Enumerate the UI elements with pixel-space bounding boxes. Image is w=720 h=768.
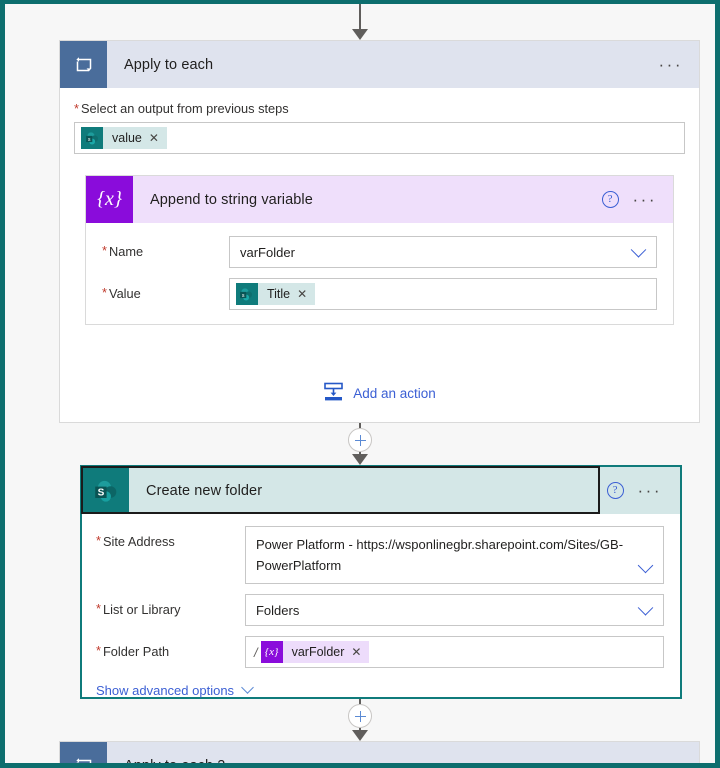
- frame-border-bottom: [0, 763, 720, 768]
- field-row-site-address: * Site Address Power Platform - https://…: [96, 526, 664, 584]
- field-value-list-or-library: Folders: [255, 602, 300, 618]
- card-append-to-string-variable[interactable]: {x} Append to string variable ? ··· * Na…: [85, 175, 674, 325]
- show-advanced-options-row: Show advanced options: [96, 681, 664, 700]
- add-an-action-label: Add an action: [353, 385, 436, 401]
- loop-icon: [60, 41, 107, 88]
- field-value-site-address: Power Platform - https://wsponlinegbr.sh…: [255, 537, 624, 573]
- more-options-icon[interactable]: ···: [638, 482, 662, 499]
- field-label-site-address: Site Address: [102, 534, 175, 549]
- connector-top: [5, 4, 715, 40]
- field-input-name[interactable]: varFolder: [228, 236, 657, 268]
- field-row-list-or-library: * List or Library Folders: [96, 594, 664, 626]
- required-asterisk: *: [102, 285, 107, 300]
- frame-border-right: [715, 0, 720, 768]
- help-icon[interactable]: ?: [601, 191, 619, 208]
- close-icon[interactable]: ✕: [351, 645, 369, 659]
- field-label-folder-path: Folder Path: [102, 644, 170, 659]
- card-create-new-folder[interactable]: S Create new folder ? ··· * Site Address…: [80, 465, 682, 699]
- card-body-append: * Name varFolder * Value s Title ✕: [86, 223, 673, 324]
- card-body-create-new-folder: * Site Address Power Platform - https://…: [82, 514, 680, 700]
- chevron-down-icon[interactable]: [637, 557, 654, 574]
- insert-step-button[interactable]: [348, 704, 372, 728]
- token-label: varFolder: [291, 645, 345, 659]
- token-label: Title: [266, 287, 291, 301]
- sharepoint-icon: S: [82, 467, 129, 514]
- card-header-apply-to-each[interactable]: Apply to each ···: [60, 41, 699, 88]
- close-icon[interactable]: ✕: [297, 287, 315, 301]
- required-asterisk: *: [96, 643, 101, 658]
- insert-action-icon: [323, 381, 344, 405]
- required-asterisk: *: [74, 100, 79, 116]
- card-actions-apply-to-each: ···: [659, 56, 699, 73]
- folder-path-prefix: /: [253, 644, 258, 660]
- card-actions-append: ? ···: [601, 191, 673, 208]
- field-row-name: * Name varFolder: [102, 236, 657, 268]
- required-asterisk: *: [96, 601, 101, 616]
- arrow-down-icon: [352, 730, 368, 741]
- chevron-down-icon[interactable]: [630, 242, 647, 258]
- svg-text:S: S: [97, 487, 104, 498]
- card-header-apply-to-each-2[interactable]: Apply to each 2: [60, 742, 699, 764]
- token-value[interactable]: s value ✕: [81, 127, 167, 149]
- arrow-down-icon: [352, 29, 368, 40]
- arrow-down-icon: [352, 454, 368, 465]
- show-advanced-options-label: Show advanced options: [96, 683, 235, 698]
- card-header-append-to-string-variable[interactable]: {x} Append to string variable ? ···: [86, 176, 673, 223]
- field-row-value: * Value s Title ✕: [102, 278, 657, 310]
- show-advanced-options-button[interactable]: Show advanced options: [96, 681, 254, 698]
- output-field-label: Select an output from previous steps: [80, 101, 289, 116]
- svg-text:s: s: [242, 292, 245, 298]
- card-actions-create-new-folder: ? ···: [606, 482, 680, 499]
- variable-icon-glyph: {x}: [264, 646, 279, 658]
- connector-line: [359, 4, 361, 30]
- frame-border-left: [0, 0, 5, 768]
- variable-icon-glyph: {x}: [97, 188, 122, 210]
- field-input-value[interactable]: s Title ✕: [228, 278, 657, 310]
- frame-border-top: [0, 0, 720, 4]
- sharepoint-icon: s: [81, 127, 103, 149]
- card-title-append-to-string-variable: Append to string variable: [150, 191, 313, 208]
- add-an-action-button[interactable]: Add an action: [74, 381, 685, 405]
- card-title-create-new-folder: Create new folder: [146, 482, 263, 499]
- field-row-folder-path: * Folder Path / {x} varFolder ✕: [96, 636, 664, 668]
- help-icon[interactable]: ?: [606, 482, 624, 499]
- field-input-folder-path[interactable]: / {x} varFolder ✕: [244, 636, 664, 668]
- card-apply-to-each[interactable]: Apply to each ··· * Select an output fro…: [59, 40, 700, 423]
- sharepoint-icon: s: [235, 283, 258, 305]
- token-label: value: [112, 131, 142, 145]
- connector-middle: [5, 423, 715, 465]
- token-title[interactable]: s Title ✕: [235, 283, 316, 305]
- required-asterisk: *: [102, 243, 107, 258]
- flow-canvas: Apply to each ··· * Select an output fro…: [5, 4, 715, 764]
- field-label-name: Name: [108, 244, 144, 259]
- more-options-icon[interactable]: ···: [659, 56, 683, 73]
- field-label-list-or-library: List or Library: [102, 602, 181, 617]
- required-asterisk: *: [96, 533, 101, 548]
- output-field-input[interactable]: s value ✕: [74, 122, 685, 154]
- svg-text:s: s: [87, 136, 90, 142]
- chevron-down-icon[interactable]: [637, 600, 654, 616]
- token-varfolder[interactable]: {x} varFolder ✕: [260, 641, 370, 663]
- insert-step-button[interactable]: [348, 428, 372, 452]
- card-apply-to-each-2[interactable]: Apply to each 2: [59, 741, 700, 764]
- more-options-icon[interactable]: ···: [633, 191, 657, 208]
- field-input-list-or-library[interactable]: Folders: [244, 594, 664, 626]
- variable-icon: {x}: [86, 176, 133, 223]
- field-label-value: Value: [108, 286, 141, 301]
- connector-bottom: [5, 699, 715, 741]
- loop-icon: [60, 742, 107, 764]
- chevron-down-icon: [241, 681, 254, 694]
- card-title-apply-to-each: Apply to each: [124, 56, 214, 73]
- field-value-name: varFolder: [239, 244, 295, 260]
- output-field-label-row: * Select an output from previous steps: [74, 101, 685, 116]
- card-body-apply-to-each: * Select an output from previous steps s: [60, 88, 699, 405]
- close-icon[interactable]: ✕: [149, 131, 167, 145]
- card-header-create-new-folder[interactable]: S Create new folder ? ···: [81, 466, 680, 514]
- variable-icon: {x}: [260, 641, 283, 663]
- field-input-site-address[interactable]: Power Platform - https://wsponlinegbr.sh…: [244, 526, 664, 584]
